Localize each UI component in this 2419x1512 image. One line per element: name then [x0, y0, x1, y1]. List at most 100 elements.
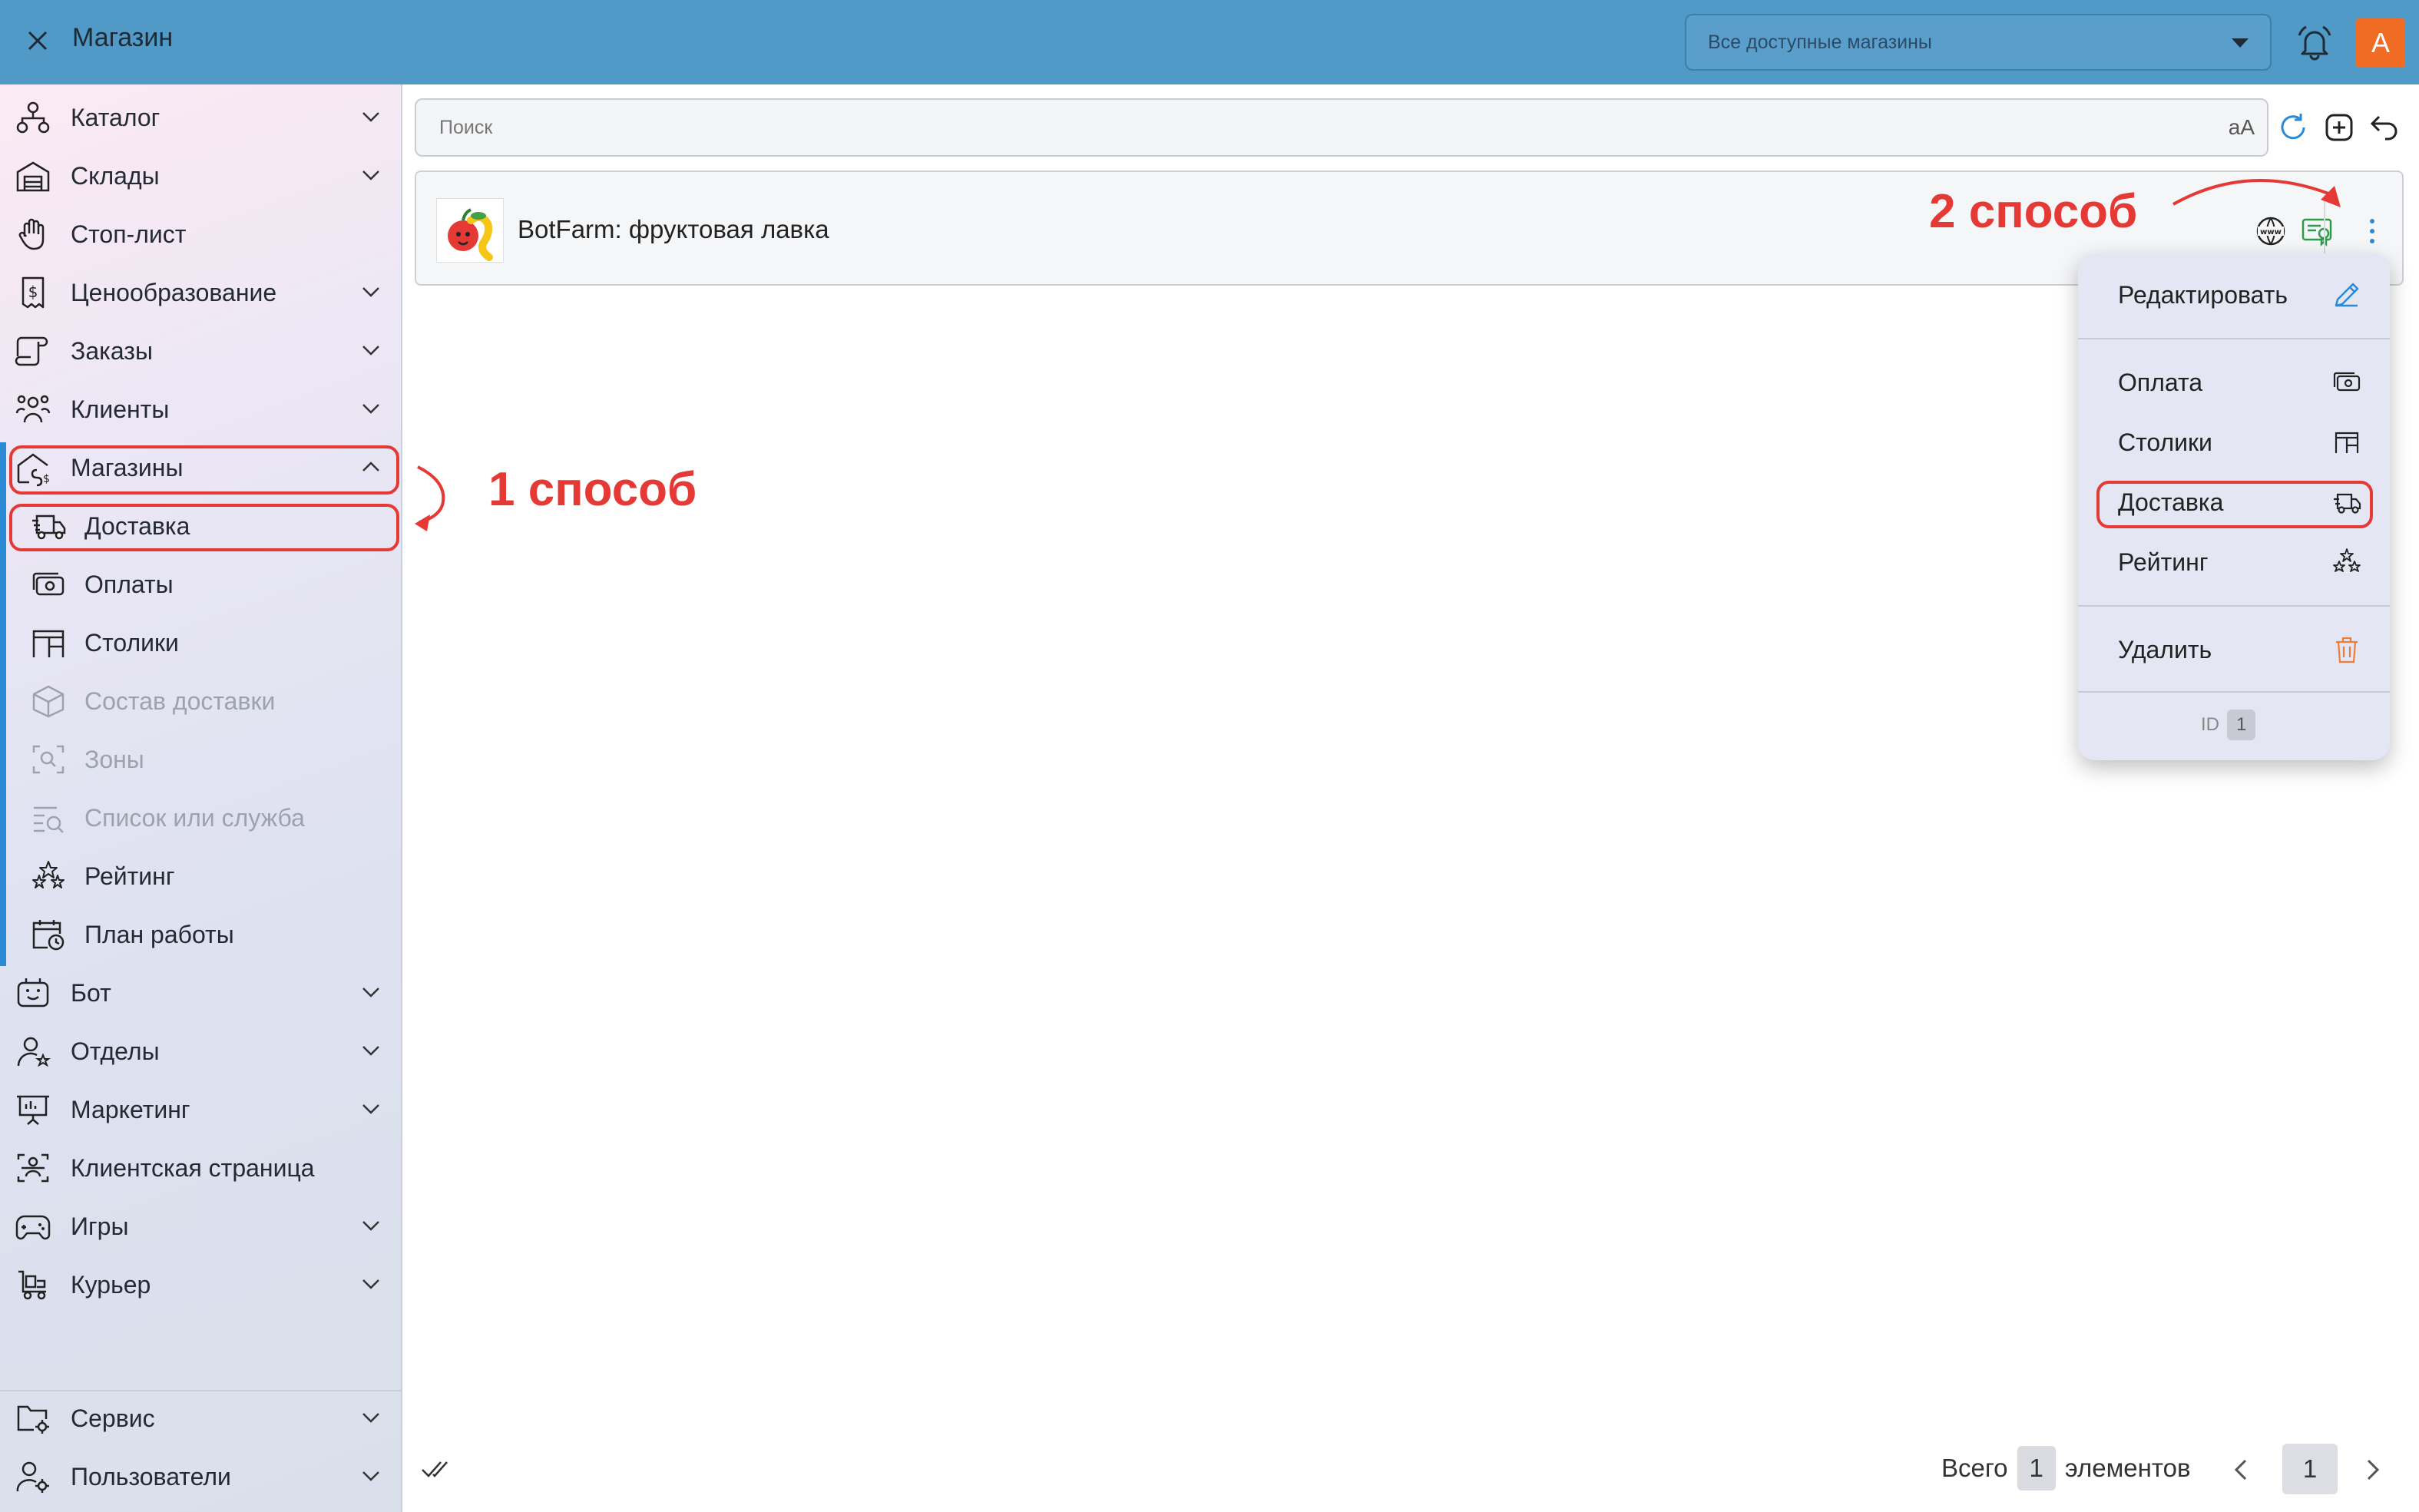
sidebar-item-label: Склады	[71, 162, 160, 190]
sidebar-item-label: Игры	[71, 1213, 129, 1240]
website-icon[interactable]: www	[2255, 215, 2287, 247]
menu-item-edit[interactable]: Редактировать	[2078, 269, 2390, 323]
certificate-icon[interactable]	[2301, 215, 2333, 247]
chevron-left-icon[interactable]	[2230, 1456, 2253, 1484]
sidebar-item-courier[interactable]: Курьер	[0, 1256, 402, 1313]
list-search-icon	[34, 806, 64, 833]
sidebar-item-games[interactable]: Игры	[0, 1198, 402, 1255]
bot-icon	[17, 978, 49, 1007]
calendar-clock-icon	[32, 920, 65, 951]
chevron-down-icon	[362, 1046, 379, 1056]
payment-icon	[2333, 372, 2361, 392]
avatar[interactable]: А	[2356, 18, 2405, 68]
search-input[interactable]: Поиск aA	[415, 98, 2268, 157]
menu-item-rating[interactable]: Рейтинг	[2078, 536, 2390, 590]
sidebar-item-marketing[interactable]: Маркетинг	[0, 1081, 402, 1138]
annotation-way-1: 1 способ	[488, 463, 697, 516]
sidebar-item-list-or-service[interactable]: Список или служба	[0, 789, 402, 846]
sidebar-item-tables[interactable]: Столики	[0, 614, 402, 671]
pencil-icon	[2335, 283, 2359, 307]
sidebar-item-pricing[interactable]: $ Ценообразование	[0, 264, 402, 321]
catalog-icon	[16, 101, 50, 134]
sidebar-item-work-plan[interactable]: План работы	[0, 906, 402, 963]
total-count: Всего 1 элементов	[1941, 1444, 2191, 1493]
store-logo	[436, 198, 504, 263]
sidebar-item-departments[interactable]: Отделы	[0, 1023, 402, 1080]
id-badge: 1	[2227, 710, 2256, 740]
double-check-icon[interactable]	[421, 1457, 458, 1482]
sidebar-item-catalog[interactable]: Каталог	[0, 89, 402, 146]
scroll-orders-icon	[15, 336, 48, 366]
sidebar-item-label: Состав доставки	[84, 687, 276, 715]
chevron-down-icon	[362, 112, 379, 122]
chevron-down-icon	[362, 1104, 379, 1114]
chevron-down-icon	[362, 170, 379, 180]
store-select[interactable]: Все доступные магазины	[1685, 14, 2272, 71]
trash-icon	[2336, 637, 2358, 663]
sidebar-item-payments[interactable]: Оплаты	[0, 556, 402, 613]
bell-icon[interactable]	[2293, 22, 2336, 65]
sidebar-item-label: Столики	[84, 629, 179, 657]
box-icon	[32, 685, 65, 718]
chevron-down-icon	[362, 1279, 379, 1289]
case-sensitive-toggle[interactable]: aA	[2229, 115, 2255, 140]
courier-icon	[18, 1270, 46, 1300]
sidebar-item-delivery-contents[interactable]: Состав доставки	[0, 673, 402, 730]
sidebar-item-label: Заказы	[71, 337, 153, 365]
sidebar-item-label: План работы	[84, 921, 234, 948]
elements-label: элементов	[2064, 1454, 2191, 1482]
sidebar: Каталог Склады Стоп-лист $ Ценообразован…	[0, 84, 402, 1512]
top-bar: Магазин Все доступные магазины А	[0, 0, 2419, 84]
sidebar-item-warehouses[interactable]: Склады	[0, 147, 402, 204]
id-label: ID	[2201, 714, 2219, 735]
menu-item-label: Редактировать	[2118, 281, 2288, 309]
annotation-arrow-2	[2172, 179, 2341, 207]
store-name: BotFarm: фруктовая лавка	[518, 215, 829, 243]
price-receipt-icon: $	[22, 276, 45, 309]
zones-icon	[32, 745, 65, 774]
total-label: Всего	[1941, 1454, 2008, 1482]
total-badge: 1	[2017, 1446, 2056, 1490]
sidebar-item-label: Сервис	[71, 1404, 155, 1432]
sidebar-item-bot[interactable]: Бот	[0, 964, 402, 1021]
sidebar-item-users[interactable]: Пользователи	[0, 1448, 402, 1505]
highlight-stores	[9, 445, 399, 495]
sidebar-item-rating[interactable]: Рейтинг	[0, 848, 402, 905]
sidebar-item-label: Каталог	[71, 104, 160, 131]
back-icon[interactable]	[2368, 112, 2399, 143]
sidebar-item-label: Список или служба	[84, 804, 305, 832]
close-icon[interactable]	[20, 23, 55, 58]
search-placeholder: Поиск	[439, 116, 493, 138]
svg-text:www: www	[2260, 228, 2282, 237]
presentation-icon	[17, 1095, 49, 1125]
menu-item-delete[interactable]: Удалить	[2078, 624, 2390, 677]
chevron-down-icon	[362, 287, 379, 297]
sidebar-item-zones[interactable]: Зоны	[0, 731, 402, 788]
sidebar-item-service[interactable]: Сервис	[0, 1390, 402, 1447]
clients-icon	[15, 395, 51, 423]
client-page-icon	[17, 1153, 49, 1183]
page-number-button[interactable]: 1	[2282, 1444, 2338, 1494]
sidebar-item-label: Клиентская страница	[71, 1154, 315, 1182]
svg-text:$: $	[28, 283, 38, 301]
sidebar-item-label: Бот	[71, 979, 111, 1007]
refresh-icon[interactable]	[2278, 112, 2308, 143]
more-vertical-icon[interactable]	[2356, 215, 2388, 247]
sidebar-item-clients[interactable]: Клиенты	[0, 381, 402, 438]
menu-item-payment[interactable]: Оплата	[2078, 356, 2390, 410]
menu-item-label: Столики	[2118, 428, 2212, 456]
annotation-arrow-1	[415, 465, 445, 531]
sidebar-item-label: Курьер	[71, 1271, 151, 1299]
menu-item-tables[interactable]: Столики	[2078, 416, 2390, 470]
chevron-right-icon[interactable]	[2361, 1456, 2384, 1484]
menu-id: ID 1	[2201, 710, 2256, 740]
page-title: Магазин	[72, 23, 174, 52]
sidebar-item-stop-list[interactable]: Стоп-лист	[0, 206, 402, 263]
chevron-down-icon	[362, 1471, 379, 1481]
add-icon[interactable]	[2324, 112, 2354, 143]
table-icon	[32, 630, 65, 657]
sidebar-item-label: Стоп-лист	[71, 220, 187, 248]
sidebar-item-orders[interactable]: Заказы	[0, 323, 402, 379]
sidebar-item-label: Пользователи	[71, 1463, 231, 1490]
sidebar-item-client-page[interactable]: Клиентская страница	[0, 1140, 402, 1196]
